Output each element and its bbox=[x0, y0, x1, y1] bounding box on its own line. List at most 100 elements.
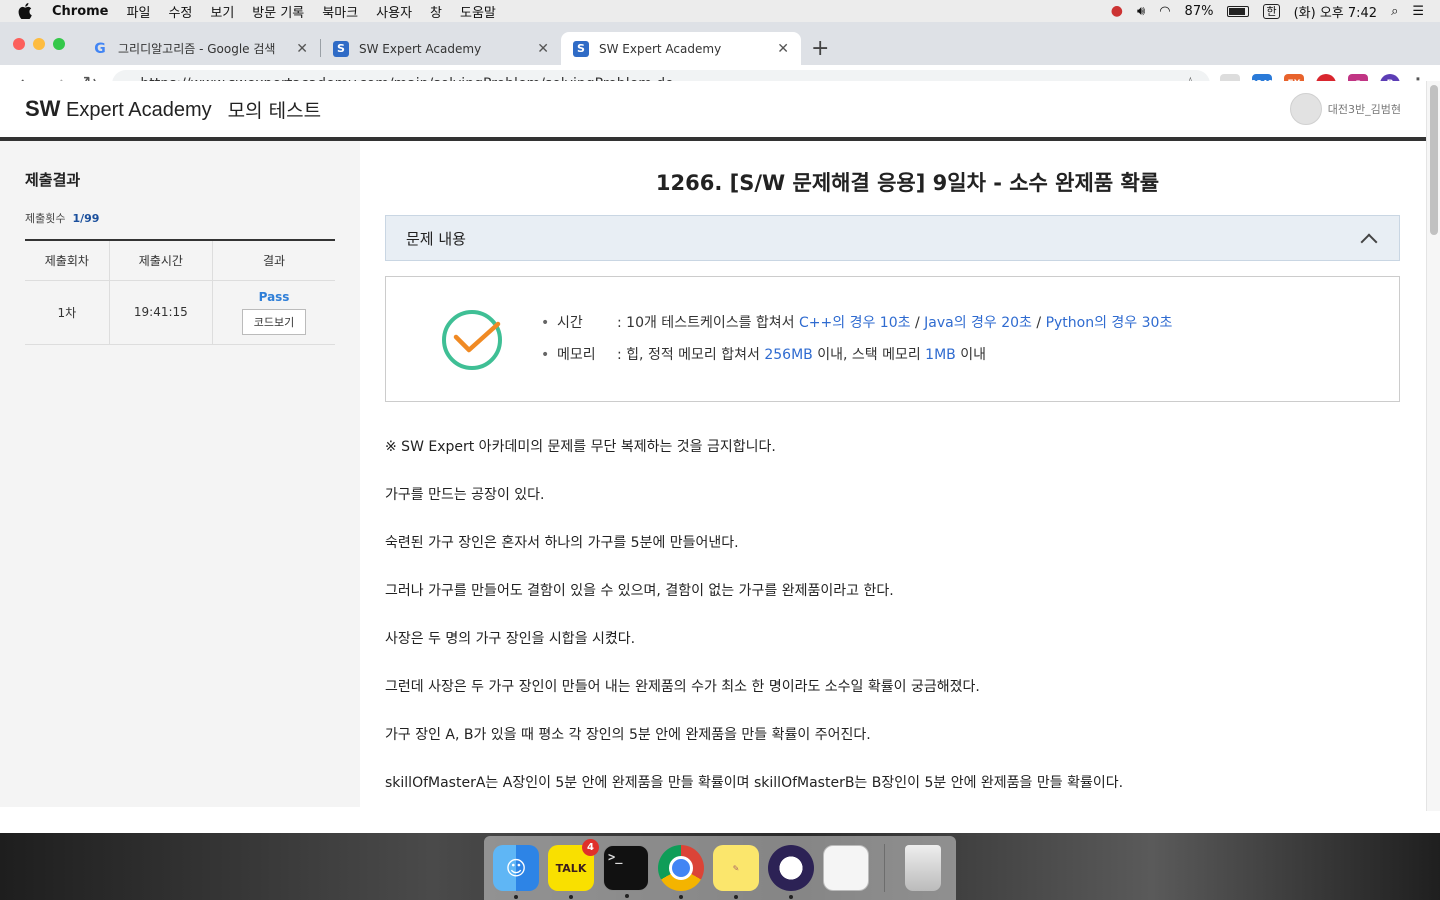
macos-dock: ☺ TALK 4 >_ ✎ bbox=[484, 836, 956, 900]
tab-strip: G 그리디알고리즘 - Google 검색 ✕ S SW Expert Acad… bbox=[0, 22, 1440, 65]
wifi-icon[interactable]: ◠ bbox=[1159, 4, 1170, 19]
battery-icon[interactable] bbox=[1227, 5, 1250, 17]
fullscreen-window-button[interactable] bbox=[53, 38, 65, 50]
menu-window[interactable]: 창 bbox=[430, 2, 442, 21]
memory-suffix: 이내 bbox=[955, 347, 986, 363]
time-sep: / bbox=[1031, 315, 1046, 331]
close-tab-icon[interactable]: ✕ bbox=[777, 41, 789, 57]
description-paragraph: skillOfMasterA는 A장인이 5분 안에 완제품을 만들 확률이며 … bbox=[385, 775, 1124, 791]
window-controls bbox=[13, 38, 65, 50]
menu-people[interactable]: 사용자 bbox=[376, 2, 412, 21]
submission-count: 제출횟수 1/99 bbox=[25, 210, 335, 226]
time-java: Java의 경우 20초 bbox=[924, 315, 1032, 331]
description-paragraph: 가구 장인 A, B가 있을 때 평소 각 장인의 5분 안에 완제품을 만들 … bbox=[385, 727, 871, 743]
user-name: 대전3반_김범현 bbox=[1327, 103, 1401, 116]
time-prefix: : 10개 테스트케이스를 합쳐서 bbox=[617, 315, 800, 331]
content-area: 제출결과 제출횟수 1/99 제출회차 제출시간 결과 1차 19:41:15 bbox=[0, 141, 1426, 807]
problem-description: ※ SW Expert 아카데미의 문제를 무단 복제하는 것을 금지합니다. … bbox=[385, 438, 1400, 793]
cell-result: Pass 코드보기 bbox=[212, 280, 335, 345]
tab-swea-active[interactable]: S SW Expert Academy ✕ bbox=[561, 32, 801, 65]
stickies-icon[interactable]: ✎ bbox=[713, 845, 759, 899]
volume-icon[interactable]: 🔊︎ bbox=[1137, 4, 1145, 19]
col-time: 제출시간 bbox=[109, 240, 214, 281]
site-header: SW Expert Academy 모의 테스트 대전3반_김범현 bbox=[0, 81, 1426, 141]
minimize-window-button[interactable] bbox=[33, 38, 45, 50]
terminal-prompt: >_ bbox=[608, 850, 623, 864]
new-tab-button[interactable]: + bbox=[811, 36, 829, 61]
tab-title: SW Expert Academy bbox=[359, 41, 482, 56]
description-paragraph: 사장은 두 명의 가구 장인을 시합을 시켰다. bbox=[385, 631, 636, 647]
google-icon: G bbox=[94, 40, 106, 57]
menu-bookmarks[interactable]: 북마크 bbox=[322, 2, 358, 21]
section-label: 문제 내용 bbox=[406, 229, 466, 248]
tab-title: SW Expert Academy bbox=[599, 41, 722, 56]
menu-history[interactable]: 방문 기록 bbox=[252, 2, 304, 21]
menu-view[interactable]: 보기 bbox=[210, 2, 234, 21]
trash-icon[interactable] bbox=[905, 845, 941, 891]
logo-text: Expert Academy bbox=[60, 99, 212, 121]
site-logo[interactable]: SW Expert Academy bbox=[25, 96, 212, 122]
memory-heap: 256MB bbox=[764, 347, 813, 363]
eclipse-icon[interactable] bbox=[768, 845, 814, 899]
description-paragraph: 숙련된 가구 장인은 혼자서 하나의 가구를 5분에 만들어낸다. bbox=[385, 535, 739, 551]
col-round: 제출회차 bbox=[25, 240, 110, 281]
chevron-up-icon[interactable] bbox=[1360, 233, 1378, 250]
check-icon bbox=[442, 310, 502, 370]
user-menu[interactable]: 대전3반_김범현 bbox=[1289, 93, 1401, 125]
close-window-button[interactable] bbox=[13, 38, 25, 50]
time-label: 시간 bbox=[557, 315, 583, 331]
dock-separator bbox=[884, 844, 885, 892]
memory-stack: 1MB bbox=[925, 347, 956, 363]
talk-label: TALK bbox=[555, 861, 587, 875]
submission-table: 제출회차 제출시간 결과 1차 19:41:15 Pass 코드보기 bbox=[25, 239, 335, 345]
problem-content-toggle[interactable]: 문제 내용 bbox=[385, 215, 1400, 261]
memory-prefix: : 힙, 정적 메모리 합쳐서 bbox=[617, 347, 765, 363]
menu-app-name[interactable]: Chrome bbox=[52, 4, 109, 19]
time-cpp: C++의 경우 10초 bbox=[799, 315, 911, 331]
close-tab-icon[interactable]: ✕ bbox=[537, 41, 549, 57]
notification-icon[interactable]: ● bbox=[1111, 3, 1123, 19]
mode-title: 모의 테스트 bbox=[227, 99, 322, 122]
time-limit: • 시간 : 10개 테스트케이스를 합쳐서 C++의 경우 10초 / Jav… bbox=[541, 307, 1172, 339]
finder-icon[interactable]: ☺ bbox=[493, 845, 539, 899]
table-row: 1차 19:41:15 Pass 코드보기 bbox=[25, 280, 335, 345]
spotlight-icon[interactable]: ⌕ bbox=[1391, 4, 1398, 19]
kakaotalk-icon[interactable]: TALK 4 bbox=[548, 839, 599, 899]
menu-help[interactable]: 도움말 bbox=[460, 2, 496, 21]
description-paragraph: 가구를 만드는 공장이 있다. bbox=[385, 487, 545, 503]
talk-badge: 4 bbox=[582, 839, 599, 856]
swea-icon: S bbox=[573, 40, 589, 57]
status-area: ● 🔊︎ ◠ 87% 한 (화) 오후 7:42 ⌕ ☰ bbox=[1111, 2, 1440, 21]
view-code-button[interactable]: 코드보기 bbox=[241, 308, 307, 335]
cell-round: 1차 bbox=[25, 280, 110, 345]
col-result: 결과 bbox=[212, 240, 335, 281]
input-source-icon[interactable]: 한 bbox=[1263, 3, 1280, 19]
swea-icon: S bbox=[333, 40, 349, 57]
page-scrollbar[interactable] bbox=[1426, 81, 1440, 811]
logo-sw: SW bbox=[25, 96, 61, 121]
notification-center-icon[interactable]: ☰ bbox=[1412, 4, 1424, 19]
chrome-icon[interactable] bbox=[658, 845, 704, 899]
scrollbar-thumb[interactable] bbox=[1430, 85, 1438, 235]
tab-swea-1[interactable]: S SW Expert Academy ✕ bbox=[321, 32, 561, 65]
apple-icon[interactable] bbox=[18, 3, 38, 19]
close-tab-icon[interactable]: ✕ bbox=[296, 41, 308, 57]
result-status: Pass bbox=[258, 289, 290, 304]
description-paragraph: 그런데 사장은 두 가구 장인이 만들어 내는 완제품의 수가 최소 한 명이라… bbox=[385, 679, 980, 695]
memory-limit: • 메모리 : 힙, 정적 메모리 합쳐서 256MB 이내, 스택 메모리 1… bbox=[541, 339, 1172, 371]
tab-google-search[interactable]: G 그리디알고리즘 - Google 검색 ✕ bbox=[80, 32, 320, 65]
submission-sidebar: 제출결과 제출횟수 1/99 제출회차 제출시간 결과 1차 19:41:15 bbox=[0, 141, 360, 807]
bullet: • bbox=[541, 347, 550, 363]
memory-mid: 이내, 스택 메모리 bbox=[812, 347, 926, 363]
bullet: • bbox=[541, 315, 550, 331]
memory-label: 메모리 bbox=[557, 347, 596, 363]
web-page: SW Expert Academy 모의 테스트 대전3반_김범현 제출결과 제… bbox=[0, 81, 1426, 811]
cell-time: 19:41:15 bbox=[109, 280, 214, 345]
problem-main: 1266. [S/W 문제해결 응용] 9일차 - 소수 완제품 확률 문제 내… bbox=[360, 141, 1426, 807]
textedit-icon[interactable] bbox=[823, 845, 869, 891]
menu-edit[interactable]: 수정 bbox=[168, 2, 192, 21]
menu-file[interactable]: 파일 bbox=[127, 2, 151, 21]
terminal-icon[interactable]: >_ bbox=[603, 845, 649, 898]
limits-list: • 시간 : 10개 테스트케이스를 합쳐서 C++의 경우 10초 / Jav… bbox=[541, 307, 1172, 371]
clock[interactable]: (화) 오후 7:42 bbox=[1294, 2, 1377, 21]
